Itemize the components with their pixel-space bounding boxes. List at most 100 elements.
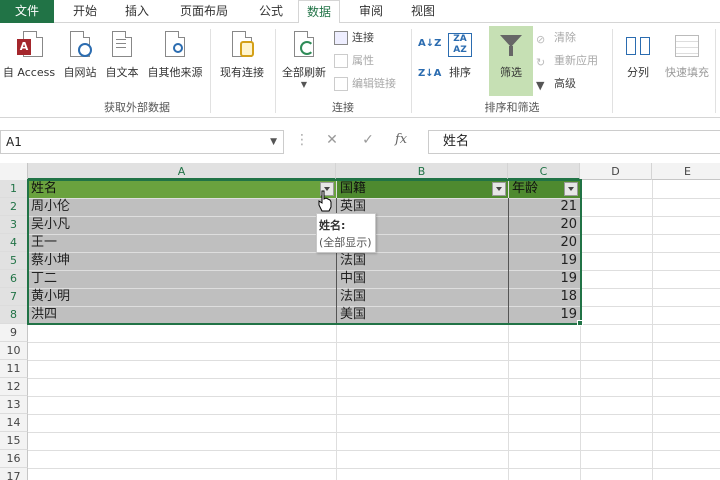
tooltip-body: (全部显示) <box>319 236 372 249</box>
column-header-c[interactable]: C <box>508 163 580 180</box>
properties-icon <box>334 54 348 68</box>
row-header[interactable]: 4 <box>0 234 28 252</box>
from-access-button[interactable]: A 自 Access <box>0 29 58 80</box>
formula-input[interactable]: 姓名 <box>428 130 720 154</box>
edit-links-button[interactable]: 编辑链接 <box>334 75 396 93</box>
from-other-sources-button[interactable]: 自其他来源 <box>144 29 206 80</box>
reapply-label: 重新应用 <box>554 54 598 67</box>
column-header-e[interactable]: E <box>652 163 720 180</box>
edit-links-icon <box>334 77 348 91</box>
tab-review[interactable]: 审阅 <box>348 0 394 23</box>
row-header[interactable]: 7 <box>0 288 28 306</box>
row-header[interactable]: 14 <box>0 414 28 432</box>
column-header-d[interactable]: D <box>580 163 652 180</box>
existing-connections-label: 现有连接 <box>220 66 264 79</box>
filter-label: 筛选 <box>500 66 522 79</box>
row-header[interactable]: 8 <box>0 306 28 324</box>
fill-handle[interactable] <box>577 320 583 326</box>
group-label-sortfilter: 排序和筛选 <box>484 101 540 114</box>
tab-view[interactable]: 视图 <box>398 0 448 23</box>
from-web-button[interactable]: 自网站 <box>60 29 100 80</box>
name-box[interactable]: A1 ▼ <box>0 130 284 154</box>
name-box-value: A1 <box>6 135 22 149</box>
sort-za-button[interactable]: Z↓A <box>418 65 441 83</box>
row-header[interactable]: 13 <box>0 396 28 414</box>
existing-connections-icon <box>228 29 256 61</box>
from-text-label: 自文本 <box>105 66 139 79</box>
refresh-all-button[interactable]: 全部刷新 ▼ <box>278 29 330 89</box>
tab-formulas[interactable]: 公式 <box>244 0 298 23</box>
text-to-columns-button[interactable]: 分列 <box>618 29 658 80</box>
sort-az-button[interactable]: A↓Z <box>418 35 441 53</box>
filter-tooltip: 姓名: (全部显示) <box>316 213 376 253</box>
flash-fill-icon <box>673 29 701 61</box>
clear-filter-icon: ⊘ <box>536 33 546 46</box>
properties-button[interactable]: 属性 <box>334 52 374 70</box>
refresh-all-label: 全部刷新 <box>282 66 326 79</box>
enter-icon[interactable]: ✓ <box>358 132 378 148</box>
more-icon: ⋮ <box>295 132 309 148</box>
row-header[interactable]: 6 <box>0 270 28 288</box>
tab-data[interactable]: 数据 <box>298 0 340 24</box>
properties-label: 属性 <box>352 54 374 67</box>
ribbon-data: A 自 Access 自网站 自文本 自其他来源 现有连接 获取外部数据 全部刷… <box>0 23 720 118</box>
tab-home[interactable]: 开始 <box>60 0 110 23</box>
from-other-label: 自其他来源 <box>147 66 203 79</box>
column-headers: A B C D E <box>0 163 720 180</box>
insert-function-icon[interactable]: fx <box>395 132 407 147</box>
connections-icon <box>334 31 348 45</box>
existing-connections-button[interactable]: 现有连接 <box>214 29 270 80</box>
filter-button[interactable]: 筛选 <box>489 26 533 96</box>
access-db-icon: A <box>15 29 43 61</box>
flash-fill-button[interactable]: 快速填充 <box>660 29 714 80</box>
row-header[interactable]: 3 <box>0 216 28 234</box>
name-box-dropdown-icon[interactable]: ▼ <box>270 131 277 153</box>
web-globe-icon <box>66 29 94 61</box>
tab-file[interactable]: 文件 <box>0 0 54 23</box>
row-header[interactable]: 15 <box>0 432 28 450</box>
advanced-filter-icon: ▼ <box>536 79 545 92</box>
row-header[interactable]: 2 <box>0 198 28 216</box>
sort-za-icon: Z↓A <box>418 68 442 79</box>
row-header[interactable]: 12 <box>0 378 28 396</box>
spreadsheet-grid: A B C D E 1 2 3 4 5 6 7 8 9 10 11 12 13 … <box>0 163 720 480</box>
selection-border <box>27 179 582 325</box>
reapply-icon: ↻ <box>536 56 546 69</box>
sort-dialog-icon: ZA AZ <box>446 29 474 61</box>
reapply-button[interactable]: ↻ 重新应用 <box>536 52 598 70</box>
sort-label: 排序 <box>449 66 471 79</box>
tooltip-title: 姓名: <box>319 219 346 232</box>
other-sources-icon <box>161 29 189 61</box>
refresh-icon <box>290 29 318 61</box>
group-label-connections: 连接 <box>332 101 354 114</box>
hand-cursor-icon <box>318 190 332 212</box>
from-access-label: 自 Access <box>2 66 56 79</box>
group-separator <box>715 29 716 113</box>
column-header-a[interactable]: A <box>28 163 336 180</box>
from-web-label: 自网站 <box>63 66 97 79</box>
tab-insert[interactable]: 插入 <box>112 0 162 23</box>
clear-filter-button[interactable]: ⊘ 清除 <box>536 29 576 47</box>
clear-label: 清除 <box>554 31 576 44</box>
row-header[interactable]: 1 <box>0 180 28 198</box>
tab-page-layout[interactable]: 页面布局 <box>164 0 244 23</box>
advanced-label: 高级 <box>554 77 576 90</box>
cancel-icon[interactable]: ✕ <box>322 132 342 148</box>
row-header[interactable]: 10 <box>0 342 28 360</box>
advanced-filter-button[interactable]: ▼ 高级 <box>536 75 576 93</box>
row-header[interactable]: 17 <box>0 468 28 480</box>
flash-fill-label: 快速填充 <box>665 66 709 79</box>
select-all-corner[interactable] <box>0 163 28 180</box>
row-header[interactable]: 16 <box>0 450 28 468</box>
from-text-button[interactable]: 自文本 <box>102 29 142 80</box>
split-label: 分列 <box>627 66 649 79</box>
text-to-columns-icon <box>624 29 652 61</box>
funnel-icon <box>497 29 525 61</box>
connections-button[interactable]: 连接 <box>334 29 374 47</box>
column-header-b[interactable]: B <box>336 163 508 180</box>
group-separator <box>612 29 613 113</box>
row-header[interactable]: 5 <box>0 252 28 270</box>
row-header[interactable]: 9 <box>0 324 28 342</box>
sort-button[interactable]: ZA AZ 排序 <box>442 29 478 80</box>
row-header[interactable]: 11 <box>0 360 28 378</box>
